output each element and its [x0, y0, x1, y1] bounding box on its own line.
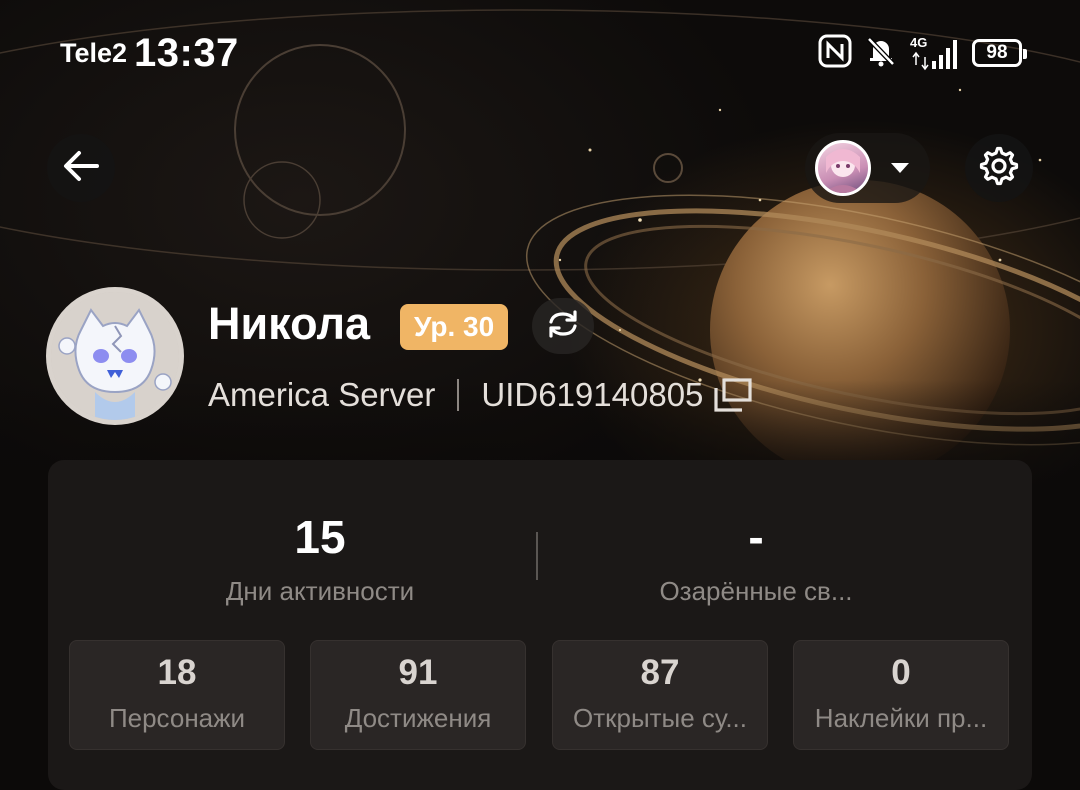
level-badge: Ур. 30 [400, 304, 509, 350]
status-clock: 13:37 [134, 31, 239, 75]
settings-button[interactable] [965, 134, 1033, 202]
refresh-icon [546, 309, 580, 344]
stat-second[interactable]: - Озарённые св... [546, 510, 966, 607]
stat-value: - [748, 511, 764, 563]
status-bar: Tele2 13:37 4G 98 [0, 0, 1080, 105]
back-button[interactable] [47, 134, 115, 202]
profile-avatar[interactable] [46, 287, 184, 425]
stat-label: Озарённые св... [659, 576, 853, 606]
status-icons: 4G 98 [818, 34, 1027, 73]
stat-tile-label: Достижения [344, 703, 492, 733]
carrier-name: Tele2 [60, 38, 128, 68]
account-switcher[interactable] [805, 133, 930, 203]
stat-active-days[interactable]: 15 Дни активности [110, 510, 530, 607]
stat-tile-value: 18 [157, 653, 197, 692]
stat-tile-label: Открытые су... [572, 703, 747, 733]
stat-tile-label: Персонажи [108, 703, 246, 733]
server-name: America Server [208, 376, 436, 413]
copy-icon[interactable] [713, 377, 753, 413]
stat-label: Дни активности [225, 576, 415, 606]
nfc-icon [818, 34, 852, 73]
separator [457, 379, 460, 411]
arrow-left-icon [59, 144, 103, 193]
stat-tile-value: 91 [398, 653, 438, 692]
caret-down-icon [889, 161, 911, 175]
server-info: America Server UID619140805 [208, 376, 753, 414]
stat-tile-stickers[interactable]: 0 Наклейки пр... [793, 640, 1009, 750]
battery-level: 98 [986, 42, 1008, 63]
refresh-button[interactable] [532, 298, 594, 354]
mute-bell-icon [864, 34, 898, 73]
gear-icon [979, 146, 1019, 191]
stat-value: 15 [294, 511, 346, 563]
stat-tile-label: Наклейки пр... [814, 703, 988, 733]
stat-tile-value: 87 [640, 653, 680, 692]
stat-tile-achievements[interactable]: 91 Достижения [310, 640, 526, 750]
stats-card: 15 Дни активности - Озарённые св... 18 П… [48, 460, 1032, 790]
stat-tile-chests[interactable]: 87 Открытые су... [552, 640, 768, 750]
stat-tile-characters[interactable]: 18 Персонажи [69, 640, 285, 750]
battery-icon: 98 [972, 39, 1027, 67]
cellular-signal-icon: 4G [910, 35, 960, 71]
player-name: Никола [208, 298, 371, 349]
player-uid: UID619140805 [481, 376, 704, 413]
account-avatar [815, 140, 871, 196]
stat-tile-value: 0 [891, 653, 911, 692]
stat-divider [536, 532, 538, 580]
